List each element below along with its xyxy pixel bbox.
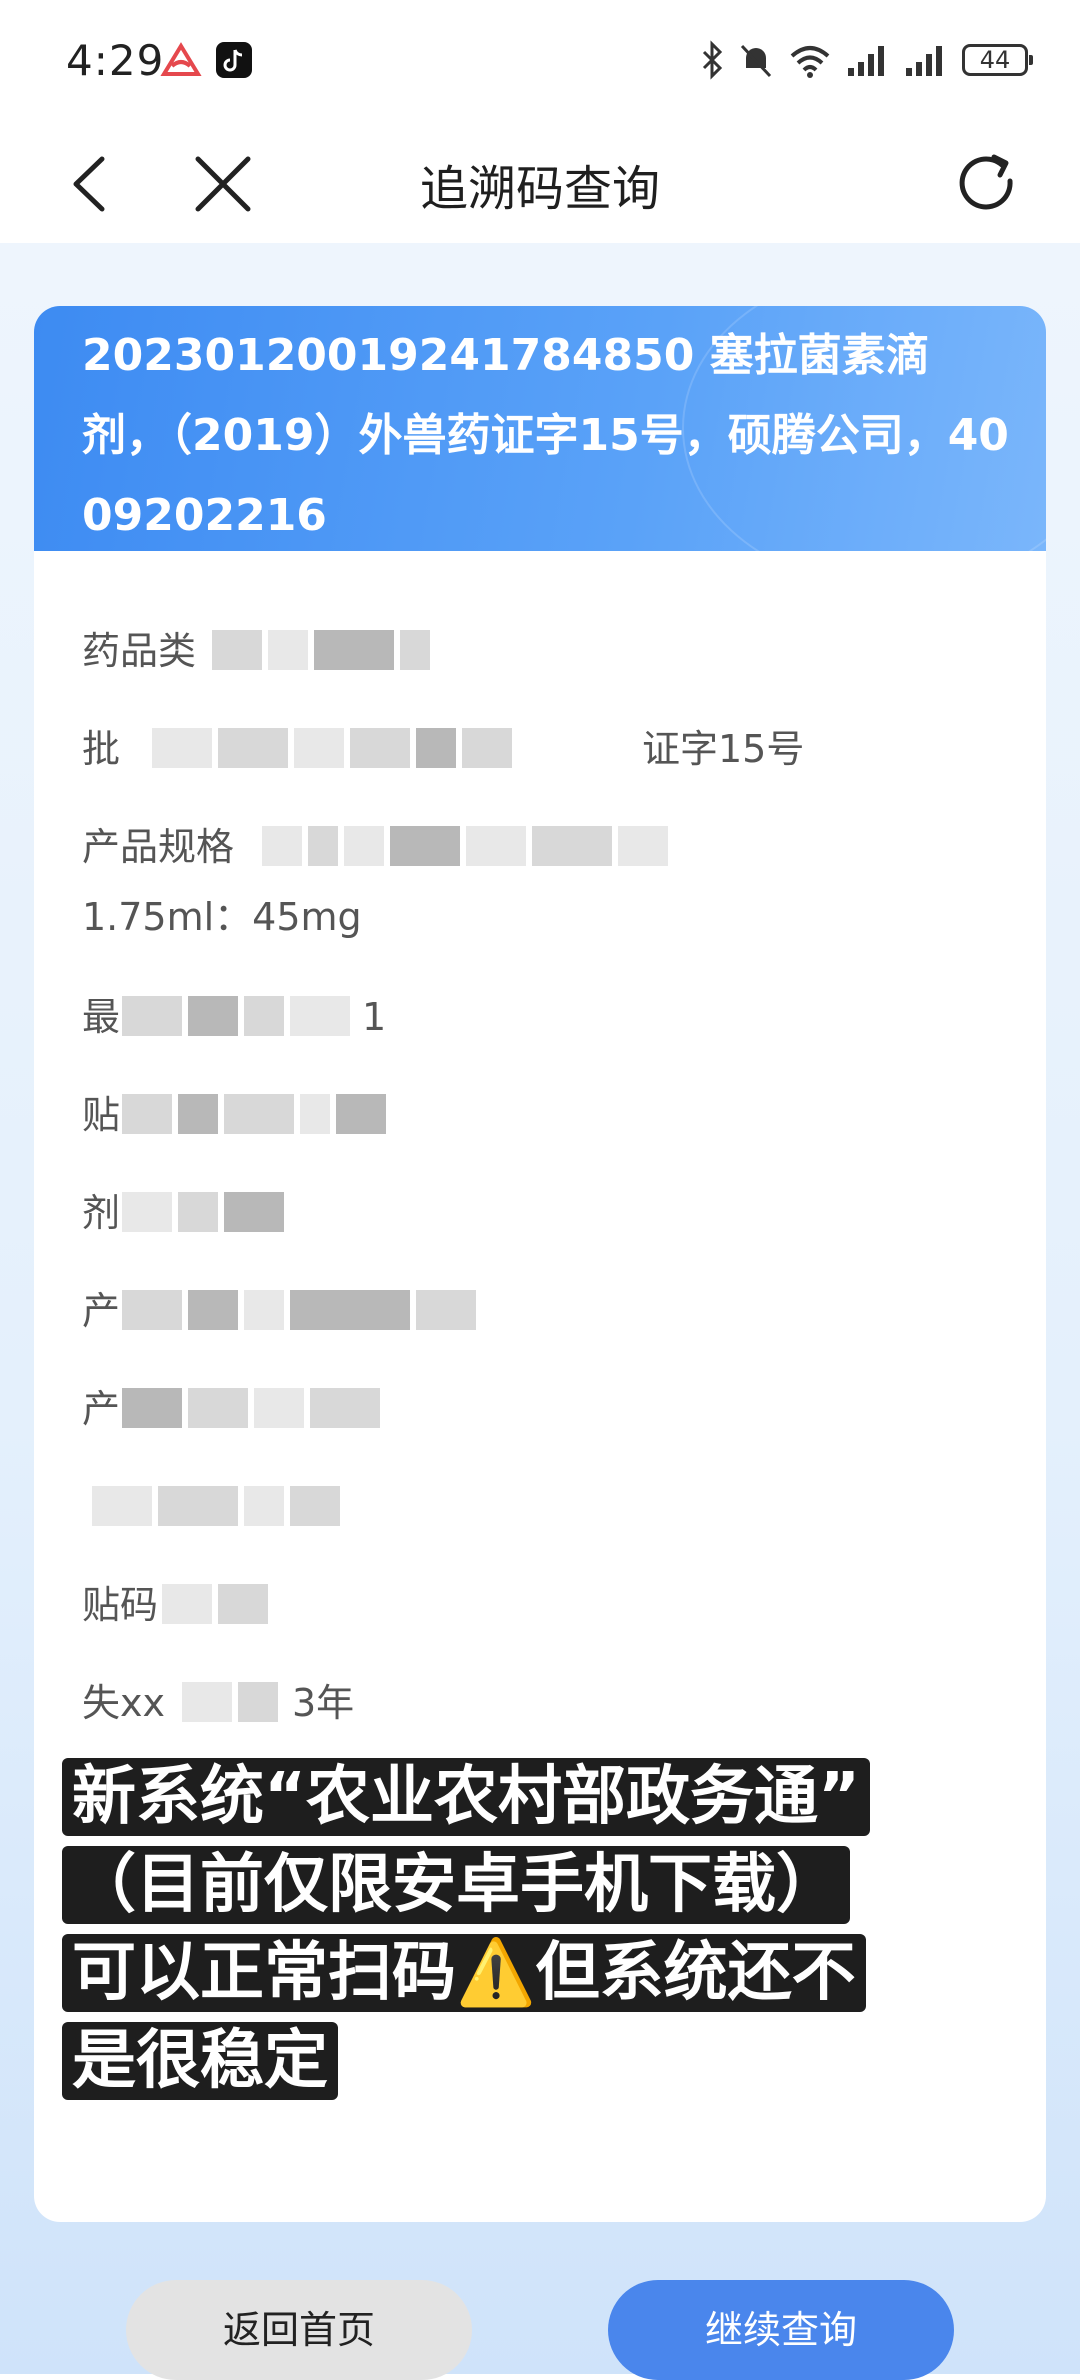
field-drug-category: 药品类: [82, 616, 1002, 714]
field-manufacturer: 产: [82, 1276, 1002, 1374]
status-time: 4:29: [66, 36, 165, 85]
caption-line: 可以正常扫码⚠️但系统还不: [62, 1934, 866, 2012]
field-label: 剂: [82, 1191, 121, 1235]
field-product: 产: [82, 1374, 1002, 1472]
system-icons: 44: [700, 38, 1033, 82]
field-value: 3年: [292, 1681, 355, 1725]
redacted-value: [122, 1388, 380, 1428]
field-label-code-type: 贴码: [82, 1570, 1002, 1668]
field-label: 批: [82, 727, 121, 771]
field-label: 产品规格: [82, 825, 235, 869]
field-label: 产: [82, 1289, 121, 1333]
field-value: 1: [362, 995, 387, 1039]
signal-icon: [906, 46, 942, 76]
nav-bar: 追溯码查询: [0, 125, 1080, 243]
field-dosage-form: 剂: [82, 1178, 1002, 1276]
redacted-value: [122, 1290, 476, 1330]
field-label: 失xx: [82, 1681, 165, 1725]
redacted-value: [182, 1682, 278, 1722]
field-value: 1.75ml：45mg: [82, 895, 362, 939]
caption-line: 新系统“农业农村部政务通”: [62, 1758, 871, 1836]
redacted-value: [122, 996, 350, 1036]
bluetooth-icon: [702, 40, 723, 80]
redacted-value: [92, 1486, 340, 1526]
redacted-value: [162, 1584, 268, 1624]
redacted-value: [212, 630, 430, 670]
field-redacted: [82, 1472, 1002, 1570]
field-label: 产: [82, 1387, 121, 1431]
battery-icon: 44: [962, 44, 1033, 76]
field-min-unit: 最 1: [82, 982, 1002, 1080]
field-expiry: 失xx 3年: [82, 1668, 1002, 1766]
continue-query-button[interactable]: 继续查询: [608, 2280, 954, 2380]
field-label: 最: [82, 995, 121, 1039]
field-label-code: 贴: [82, 1080, 1002, 1178]
video-caption: 新系统“农业农村部政务通” （目前仅限安卓手机下载） 可以正常扫码⚠️但系统还不…: [62, 1753, 1036, 2105]
signal-icon: [848, 46, 884, 76]
caption-line: 是很稳定: [62, 2022, 338, 2100]
field-approval-number: 批 证字15号: [82, 714, 1002, 812]
page-title: 追溯码查询: [419, 161, 660, 217]
refresh-icon[interactable]: [950, 147, 1024, 221]
wifi-icon: [790, 46, 830, 78]
field-label: 贴: [82, 1093, 121, 1137]
caption-line: （目前仅限安卓手机下载）: [62, 1846, 850, 1924]
return-home-button[interactable]: 返回首页: [126, 2280, 472, 2380]
tiktok-icon: [216, 42, 252, 78]
mute-icon: [740, 44, 772, 78]
redacted-value: [122, 1192, 284, 1232]
field-value: 证字15号: [642, 727, 805, 771]
status-bar: 4:29 44: [0, 0, 1080, 125]
redacted-value: [122, 1094, 386, 1134]
field-list: 药品类 批 证字15号 产品规格 1.75ml：45mg 最 1 贴 剂 产 产…: [82, 616, 1002, 1766]
card-header: 20230120019241784850 塞拉菌素滴剂，（2019）外兽药证字1…: [34, 306, 1046, 551]
redacted-value: [262, 826, 668, 866]
redacted-value: [152, 728, 512, 768]
trace-code-summary: 20230120019241784850 塞拉菌素滴剂，（2019）外兽药证字1…: [82, 330, 1009, 541]
app-notification-icon: [160, 42, 202, 76]
field-spec: 产品规格 1.75ml：45mg: [82, 812, 1002, 982]
field-label: 药品类: [82, 629, 197, 673]
field-label: 贴码: [82, 1583, 159, 1627]
